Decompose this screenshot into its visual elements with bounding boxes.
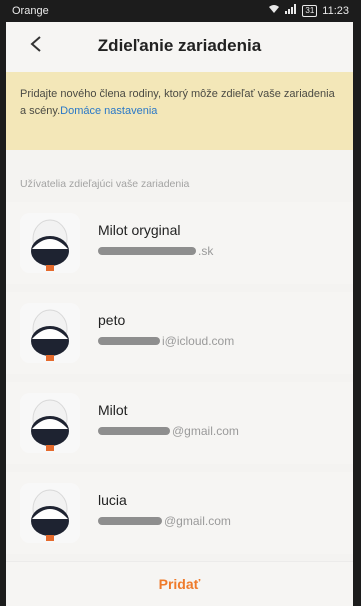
top-bar: Zdieľanie zariadenia xyxy=(6,22,353,72)
battery-indicator: 31 xyxy=(302,4,318,17)
avatar xyxy=(20,483,80,543)
status-icons: 31 11:23 xyxy=(268,4,349,17)
list-item[interactable]: lucia @gmail.com xyxy=(6,472,353,554)
email-suffix: .sk xyxy=(198,244,214,258)
redaction xyxy=(98,517,162,525)
user-email: @gmail.com xyxy=(98,424,239,438)
avatar xyxy=(20,303,80,363)
section-label: Užívatelia zdieľajúci vaše zariadenia xyxy=(20,178,190,190)
user-name: Milot oryginal xyxy=(98,222,181,238)
email-suffix: @gmail.com xyxy=(172,424,239,438)
user-email: @gmail.com xyxy=(98,514,231,528)
email-suffix: i@icloud.com xyxy=(162,334,235,348)
user-name: lucia xyxy=(98,492,127,508)
user-email: .sk xyxy=(98,244,213,258)
redaction xyxy=(98,337,160,345)
add-member-button[interactable]: Pridať xyxy=(159,576,201,592)
app-screen: Zdieľanie zariadenia Pridajte nového čle… xyxy=(6,22,353,606)
add-bar: Pridať xyxy=(6,561,353,606)
avatar xyxy=(20,393,80,453)
list-item[interactable]: Milot @gmail.com xyxy=(6,382,353,464)
status-bar: Orange 31 11:23 xyxy=(0,0,361,22)
page-title: Zdieľanie zariadenia xyxy=(97,36,262,55)
user-name: Milot xyxy=(98,402,128,418)
redaction xyxy=(98,247,196,255)
carrier-label: Orange xyxy=(12,5,49,17)
list-item[interactable]: peto i@icloud.com xyxy=(6,292,353,374)
home-settings-link[interactable]: Domáce nastavenia xyxy=(60,105,157,117)
redaction xyxy=(98,427,170,435)
info-banner: Pridajte nového člena rodiny, ktorý môže… xyxy=(6,72,353,150)
signal-icon xyxy=(285,4,297,17)
user-email: i@icloud.com xyxy=(98,334,234,348)
list-item[interactable]: Milot oryginal .sk xyxy=(6,202,353,284)
clock: 11:23 xyxy=(322,4,349,17)
user-name: peto xyxy=(98,312,126,328)
avatar xyxy=(20,213,80,273)
email-suffix: @gmail.com xyxy=(164,514,231,528)
user-list: Milot oryginal .sk peto i@icloud.com Mil… xyxy=(6,202,353,554)
wifi-icon xyxy=(268,4,280,17)
